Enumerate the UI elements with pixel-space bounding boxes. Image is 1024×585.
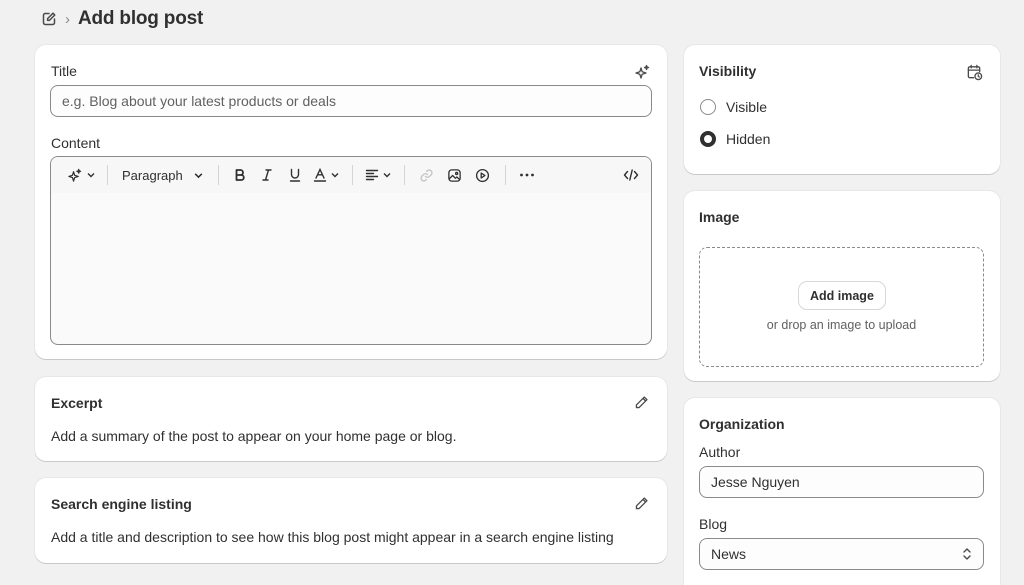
content-label: Content	[51, 135, 101, 151]
visibility-option-hidden[interactable]: Hidden	[700, 131, 770, 147]
visibility-card: Visibility Visible Hidden	[684, 45, 1000, 174]
toolbar-divider	[107, 165, 108, 185]
post-card: Title e.g. Blog about your latest produc…	[35, 45, 667, 359]
chevron-down-icon	[330, 170, 340, 180]
radio-button-selected[interactable]	[700, 131, 716, 147]
page-title: Add blog post	[78, 8, 204, 29]
italic-icon[interactable]	[253, 161, 281, 189]
radio-button[interactable]	[700, 99, 716, 115]
insert-image-icon[interactable]	[441, 161, 469, 189]
visibility-option-label: Hidden	[726, 131, 771, 147]
excerpt-heading: Excerpt	[51, 395, 103, 411]
seo-heading: Search engine listing	[51, 496, 192, 512]
toolbar-divider	[351, 165, 353, 185]
visibility-option-visible[interactable]: Visible	[700, 99, 767, 115]
blog-select[interactable]: News	[699, 538, 984, 570]
pencil-icon[interactable]	[631, 392, 651, 412]
image-heading: Image	[699, 209, 740, 225]
image-dropzone[interactable]: Add image or drop an image to upload	[699, 247, 984, 367]
calendar-clock-icon[interactable]	[963, 61, 985, 83]
paragraph-format-label: Paragraph	[122, 167, 183, 183]
author-value: Jesse Nguyen	[711, 474, 800, 490]
toolbar-divider	[403, 165, 405, 185]
editor-toolbar: Paragraph	[51, 157, 651, 193]
excerpt-card: Excerpt Add a summary of the post to app…	[35, 377, 667, 461]
image-card: Image Add image or drop an image to uplo…	[684, 191, 1000, 381]
add-image-button[interactable]: Add image	[799, 282, 885, 309]
author-label: Author	[699, 444, 741, 460]
text-color-button[interactable]	[309, 161, 344, 189]
toolbar-divider	[504, 165, 506, 185]
visibility-heading: Visibility	[699, 63, 757, 79]
drop-hint: or drop an image to upload	[766, 318, 917, 332]
page-header: › Add blog post	[41, 6, 203, 32]
author-input[interactable]: Jesse Nguyen	[699, 466, 984, 498]
content-editor[interactable]: Paragraph	[50, 156, 652, 345]
seo-card: Search engine listing Add a title and de…	[35, 478, 667, 563]
more-options-icon[interactable]	[514, 161, 540, 189]
toolbar-divider	[217, 165, 219, 185]
edit-document-icon	[41, 11, 57, 27]
code-view-icon[interactable]	[617, 161, 645, 189]
magic-sparkle-icon	[67, 168, 82, 183]
pencil-icon[interactable]	[631, 493, 651, 513]
title-input[interactable]: e.g. Blog about your latest products or …	[50, 85, 652, 117]
organization-heading: Organization	[699, 416, 785, 432]
magic-sparkle-icon[interactable]	[632, 62, 652, 82]
text-color-icon	[313, 168, 327, 182]
blog-label: Blog	[699, 516, 728, 532]
organization-card: Organization Author Jesse Nguyen Blog Ne…	[684, 398, 1000, 585]
chevron-down-icon	[193, 170, 204, 181]
chevron-down-icon	[382, 170, 392, 180]
underline-icon[interactable]	[281, 161, 309, 189]
visibility-option-label: Visible	[726, 99, 767, 115]
insert-video-icon[interactable]	[469, 161, 497, 189]
title-label: Title	[51, 63, 77, 79]
align-button[interactable]	[361, 161, 396, 189]
align-left-icon	[365, 168, 379, 182]
chevron-right-icon: ›	[65, 10, 70, 28]
title-placeholder: e.g. Blog about your latest products or …	[62, 93, 336, 109]
ai-menu-button[interactable]	[63, 161, 99, 189]
select-chevron-icon	[962, 547, 972, 561]
seo-description: Add a title and description to see how t…	[51, 529, 614, 545]
paragraph-format-select[interactable]: Paragraph	[116, 161, 210, 189]
chevron-down-icon	[86, 170, 96, 180]
bold-icon[interactable]	[227, 161, 253, 189]
blog-value: News	[711, 546, 747, 562]
excerpt-description: Add a summary of the post to appear on y…	[51, 428, 457, 444]
link-icon[interactable]	[413, 161, 441, 189]
